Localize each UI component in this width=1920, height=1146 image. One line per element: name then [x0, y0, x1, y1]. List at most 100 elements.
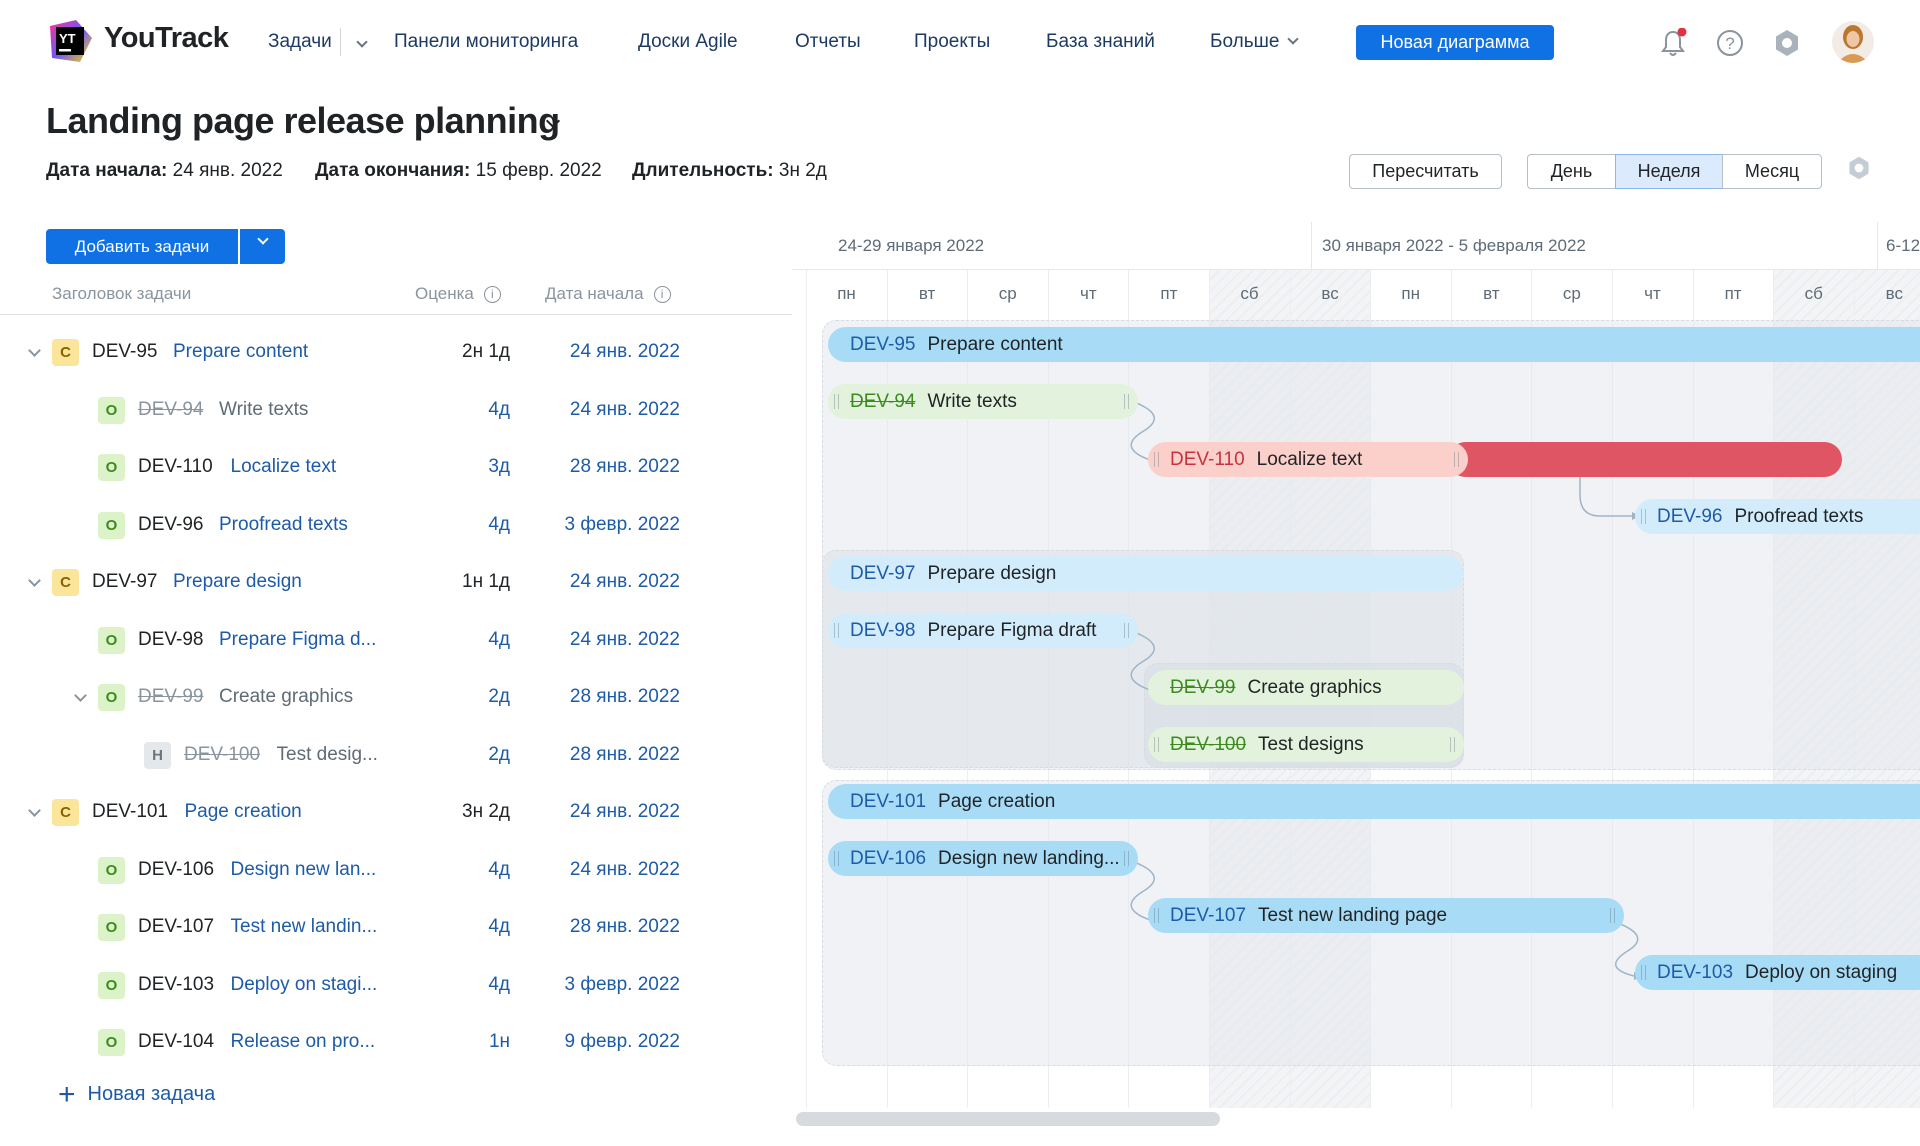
column-header-start[interactable]: Дата начала i	[545, 284, 671, 304]
issue-title[interactable]: Page creation	[185, 801, 302, 823]
help-icon[interactable]: ?	[1715, 28, 1745, 58]
issue-start-date[interactable]: 9 февр. 2022	[530, 1031, 680, 1053]
collapse-chevron-icon[interactable]	[28, 574, 41, 587]
issue-id[interactable]: DEV-100	[184, 744, 260, 766]
gantt-bar[interactable]: DEV-99 Create graphics	[1148, 670, 1464, 705]
nav-projects[interactable]: Проекты	[914, 31, 990, 53]
issue-start-date[interactable]: 24 янв. 2022	[530, 341, 680, 363]
gantt-bar[interactable]: DEV-101 Page creation	[828, 784, 1920, 819]
drag-handle-icon[interactable]	[1124, 851, 1129, 866]
column-header-title[interactable]: Заголовок задачи	[52, 284, 191, 304]
issue-title[interactable]: Release on pro...	[231, 1031, 376, 1053]
drag-handle-icon[interactable]	[834, 851, 839, 866]
drag-handle-icon[interactable]	[1154, 452, 1159, 467]
issue-estimate[interactable]: 3д	[430, 456, 510, 478]
table-row[interactable]: O DEV-103 Deploy on stagi... 4д 3 февр. 2022	[0, 957, 792, 1014]
issue-id[interactable]: DEV-104	[138, 1031, 214, 1053]
issue-id[interactable]: DEV-99	[138, 686, 203, 708]
issue-id[interactable]: DEV-98	[138, 629, 203, 651]
issue-id[interactable]: DEV-103	[138, 974, 214, 996]
issue-estimate[interactable]: 4д	[430, 916, 510, 938]
issue-start-date[interactable]: 28 янв. 2022	[530, 686, 680, 708]
table-row[interactable]: O DEV-94 Write texts 4д 24 янв. 2022	[0, 382, 792, 439]
gantt-bar[interactable]: DEV-100 Test designs	[1148, 727, 1464, 762]
drag-handle-icon[interactable]	[834, 394, 839, 409]
nav-knowledge-base[interactable]: База знаний	[1046, 31, 1155, 53]
drag-handle-icon[interactable]	[1610, 908, 1615, 923]
issue-estimate[interactable]: 2д	[430, 686, 510, 708]
gantt-bar[interactable]: DEV-98 Prepare Figma draft	[828, 613, 1138, 648]
table-row[interactable]: O DEV-106 Design new lan... 4д 24 янв. 2022	[0, 842, 792, 899]
collapse-chevron-icon[interactable]	[74, 689, 87, 702]
gantt-bar[interactable]: DEV-95 Prepare content	[828, 327, 1920, 362]
issue-start-date[interactable]: 28 янв. 2022	[530, 456, 680, 478]
issue-start-date[interactable]: 3 февр. 2022	[530, 514, 680, 536]
table-row[interactable]: O DEV-104 Release on pro... 1н 9 февр. 2022	[0, 1014, 792, 1071]
issue-start-date[interactable]: 24 янв. 2022	[530, 571, 680, 593]
gantt-bar[interactable]: DEV-96 Proofread texts	[1635, 499, 1920, 534]
table-row[interactable]: C DEV-97 Prepare design 1н 1д 24 янв. 2022	[0, 554, 792, 611]
issue-id[interactable]: DEV-106	[138, 859, 214, 881]
issue-estimate[interactable]: 4д	[430, 629, 510, 651]
gantt-bar[interactable]: DEV-107 Test new landing page	[1148, 898, 1624, 933]
nav-agile-boards[interactable]: Доски Agile	[638, 31, 738, 53]
issue-id[interactable]: DEV-97	[92, 571, 157, 593]
overdue-bar[interactable]	[1448, 442, 1842, 477]
issue-estimate[interactable]: 4д	[430, 399, 510, 421]
issue-title[interactable]: Localize text	[231, 456, 337, 478]
issue-start-date[interactable]: 28 янв. 2022	[530, 916, 680, 938]
drag-handle-icon[interactable]	[1641, 965, 1646, 980]
table-row[interactable]: O DEV-99 Create graphics 2д 28 янв. 2022	[0, 669, 792, 726]
issue-estimate[interactable]: 4д	[430, 514, 510, 536]
issue-start-date[interactable]: 24 янв. 2022	[530, 859, 680, 881]
chart-settings-gear-icon[interactable]	[1846, 155, 1872, 181]
issue-title[interactable]: Create graphics	[219, 686, 353, 708]
column-header-estimate[interactable]: Оценка i	[415, 284, 501, 304]
issue-estimate[interactable]: 1н	[430, 1031, 510, 1053]
collapse-chevron-icon[interactable]	[28, 804, 41, 817]
issue-title[interactable]: Deploy on stagi...	[231, 974, 378, 996]
issue-id[interactable]: DEV-107	[138, 916, 214, 938]
gantt-bar[interactable]: DEV-94 Write texts	[828, 384, 1138, 419]
new-task-link[interactable]: + Новая задача	[58, 1074, 215, 1111]
gantt-bar[interactable]: DEV-97 Prepare design	[828, 556, 1464, 591]
gantt-bar[interactable]: DEV-110 Localize text	[1148, 442, 1468, 477]
recalculate-button[interactable]: Пересчитать	[1349, 154, 1502, 189]
issue-id[interactable]: DEV-94	[138, 399, 203, 421]
table-row[interactable]: O DEV-98 Prepare Figma d... 4д 24 янв. 2022	[0, 612, 792, 669]
youtrack-logo-icon[interactable]: YT	[46, 18, 94, 64]
issue-title[interactable]: Test desig...	[277, 744, 378, 766]
collapse-chevron-icon[interactable]	[28, 344, 41, 357]
drag-handle-icon[interactable]	[1641, 509, 1646, 524]
add-tasks-dropdown[interactable]	[240, 229, 285, 264]
gantt-bar[interactable]: DEV-106 Design new landing...	[828, 841, 1138, 876]
add-tasks-button[interactable]: Добавить задачи	[46, 229, 238, 264]
issue-estimate[interactable]: 4д	[430, 859, 510, 881]
table-row[interactable]: O DEV-96 Proofread texts 4д 3 февр. 2022	[0, 497, 792, 554]
horizontal-scrollbar[interactable]	[796, 1112, 1220, 1126]
issue-start-date[interactable]: 24 янв. 2022	[530, 801, 680, 823]
issue-id[interactable]: DEV-96	[138, 514, 203, 536]
nav-dashboards[interactable]: Панели мониторинга	[394, 31, 578, 53]
issue-title[interactable]: Prepare design	[173, 571, 302, 593]
scale-month-button[interactable]: Месяц	[1722, 154, 1822, 189]
settings-gear-icon[interactable]	[1772, 28, 1802, 58]
table-row[interactable]: C DEV-95 Prepare content 2н 1д 24 янв. 2022	[0, 324, 792, 381]
drag-handle-icon[interactable]	[1450, 737, 1455, 752]
drag-handle-icon[interactable]	[1154, 908, 1159, 923]
nav-reports[interactable]: Отчеты	[795, 31, 861, 53]
issue-title[interactable]: Proofread texts	[219, 514, 348, 536]
scale-week-button[interactable]: Неделя	[1615, 154, 1723, 189]
issue-title[interactable]: Prepare content	[173, 341, 308, 363]
issues-chevron-down-icon[interactable]	[356, 36, 368, 48]
issue-id[interactable]: DEV-95	[92, 341, 157, 363]
issue-estimate[interactable]: 3н 2д	[430, 801, 510, 823]
issue-title[interactable]: Prepare Figma d...	[219, 629, 376, 651]
issue-id[interactable]: DEV-110	[138, 456, 213, 478]
bell-icon[interactable]	[1658, 27, 1688, 58]
info-icon[interactable]: i	[483, 286, 501, 303]
issue-start-date[interactable]: 24 янв. 2022	[530, 629, 680, 651]
user-avatar[interactable]	[1832, 21, 1874, 63]
issue-estimate[interactable]: 2д	[430, 744, 510, 766]
drag-handle-icon[interactable]	[834, 623, 839, 638]
